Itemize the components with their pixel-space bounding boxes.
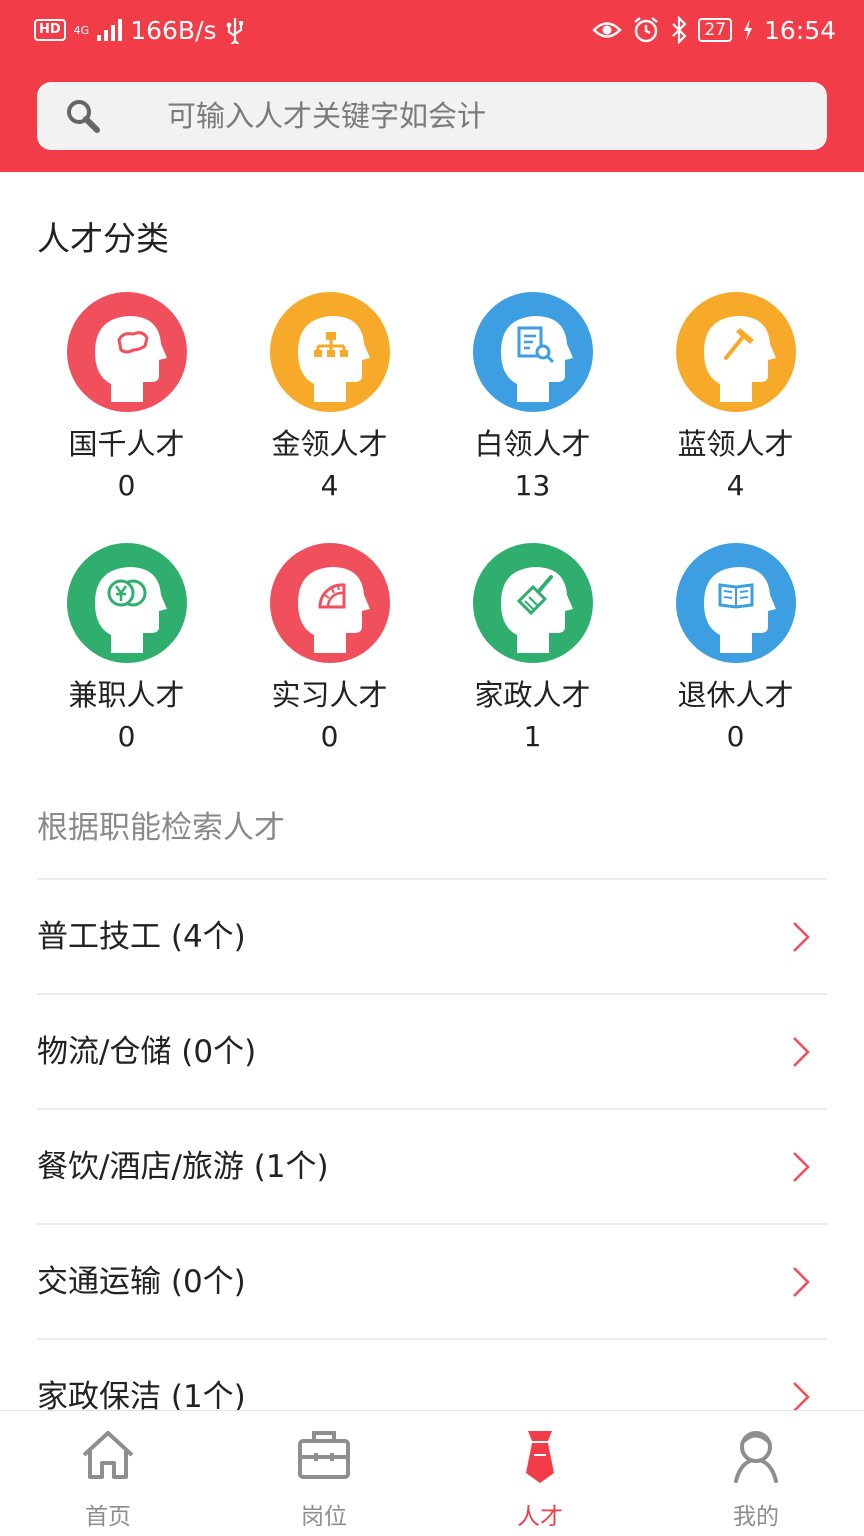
function-search-title: 根据职能检索人才 (37, 810, 285, 846)
chevron-right-icon (793, 1382, 810, 1412)
list-item-label: 普工技工 (4个) (37, 919, 246, 955)
talent-tie-icon (526, 1431, 554, 1483)
network-type-label: 4G (73, 23, 90, 37)
category-item[interactable]: 兼职人才 0 (25, 543, 228, 759)
category-item[interactable]: 蓝领人才 4 (634, 292, 837, 508)
broom-icon (472, 543, 593, 663)
bluetooth-icon (670, 16, 688, 44)
nav-talent-label: 人才 (517, 1504, 563, 1530)
nav-talent[interactable]: 人才 (432, 1411, 648, 1536)
category-count: 0 (117, 469, 136, 502)
signal-icon (97, 19, 123, 41)
category-item[interactable]: 退休人才 0 (634, 543, 837, 759)
search-icon (67, 100, 100, 133)
category-count: 0 (117, 720, 136, 753)
chevron-right-icon (793, 1037, 810, 1067)
function-list: 普工技工 (4个) 物流/仓储 (0个) 餐饮/酒店/旅游 (1个) 交通运输 … (37, 878, 827, 1453)
category-label: 国千人才 (68, 427, 185, 461)
category-label: 金领人才 (271, 427, 388, 461)
search-input[interactable] (167, 82, 807, 150)
category-title: 人才分类 (37, 219, 169, 258)
category-count: 4 (320, 469, 339, 502)
category-item[interactable]: 国千人才 0 (25, 292, 228, 508)
category-count: 1 (523, 720, 542, 753)
org-chart-icon (269, 292, 390, 412)
bottom-nav: 首页 岗位 人才 我的 (0, 1410, 864, 1536)
document-search-icon (472, 292, 593, 412)
chevron-right-icon (793, 1152, 810, 1182)
category-label: 蓝领人才 (677, 427, 794, 461)
category-count: 0 (320, 720, 339, 753)
search-bar[interactable] (37, 82, 827, 150)
nav-jobs-label: 岗位 (301, 1504, 347, 1530)
book-icon (675, 543, 796, 663)
usb-icon (225, 16, 245, 44)
nav-home[interactable]: 首页 (0, 1411, 216, 1536)
clock: 16:54 (763, 15, 836, 45)
category-count: 4 (726, 469, 745, 502)
profile-icon (734, 1431, 778, 1483)
status-bar: HD 4G 166B/s 27 16:54 (0, 0, 864, 62)
nav-jobs[interactable]: 岗位 (216, 1411, 432, 1536)
list-item[interactable]: 交通运输 (0个) (37, 1223, 827, 1338)
network-type: 4G (74, 25, 90, 36)
home-icon (82, 1431, 134, 1479)
eye-icon (592, 19, 623, 41)
charging-icon (742, 18, 754, 42)
briefcase-icon (298, 1431, 350, 1479)
category-label: 白领人才 (474, 427, 591, 461)
category-label: 退休人才 (677, 678, 794, 712)
protractor-icon (269, 543, 390, 663)
list-item[interactable]: 物流/仓储 (0个) (37, 993, 827, 1108)
nav-home-label: 首页 (85, 1504, 131, 1530)
category-item[interactable]: 家政人才 1 (431, 543, 634, 759)
category-label: 兼职人才 (68, 678, 185, 712)
chevron-right-icon (793, 922, 810, 952)
list-item[interactable]: 餐饮/酒店/旅游 (1个) (37, 1108, 827, 1223)
header: HD 4G 166B/s 27 16:54 (0, 0, 864, 172)
category-item[interactable]: 金领人才 4 (228, 292, 431, 508)
list-item-label: 餐饮/酒店/旅游 (1个) (37, 1149, 329, 1185)
alarm-icon (632, 16, 660, 44)
battery-icon: 27 (698, 18, 732, 42)
nav-profile[interactable]: 我的 (648, 1411, 864, 1536)
category-label: 实习人才 (271, 678, 388, 712)
category-item[interactable]: 白领人才 13 (431, 292, 634, 508)
battery-level: 27 (704, 20, 726, 40)
list-item-label: 物流/仓储 (0个) (37, 1034, 257, 1070)
coins-icon (66, 543, 187, 663)
network-speed: 166B/s (130, 15, 217, 45)
list-item-label: 交通运输 (0个) (37, 1264, 246, 1300)
category-label: 家政人才 (474, 678, 591, 712)
category-count: 0 (726, 720, 745, 753)
category-item[interactable]: 实习人才 0 (228, 543, 431, 759)
chevron-right-icon (793, 1267, 810, 1297)
hd-badge: HD (34, 19, 66, 41)
category-count: 13 (514, 469, 551, 502)
list-item[interactable]: 普工技工 (4个) (37, 878, 827, 993)
china-map-icon (66, 292, 187, 412)
nav-profile-label: 我的 (733, 1504, 779, 1530)
hammer-icon (675, 292, 796, 412)
